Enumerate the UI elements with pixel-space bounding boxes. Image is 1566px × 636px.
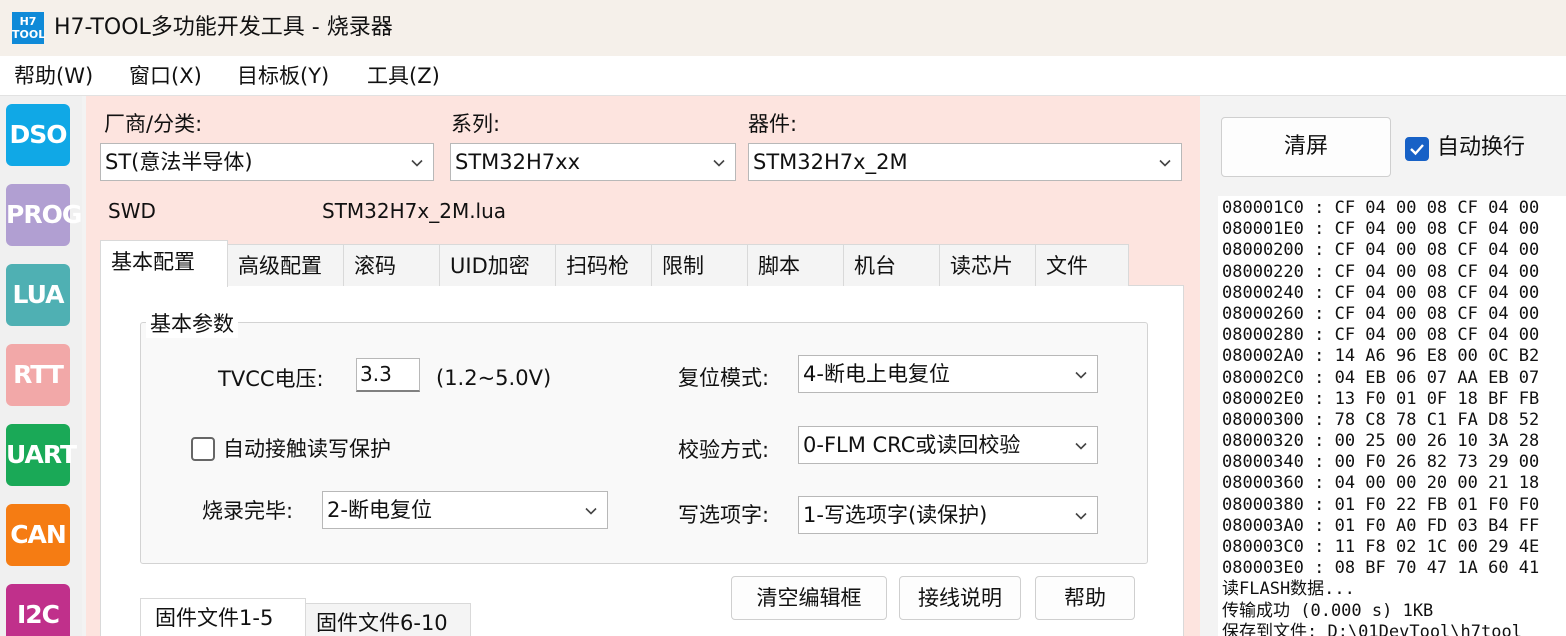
series-select[interactable]: STM32H7xx xyxy=(450,143,736,181)
chevron-down-icon xyxy=(1075,440,1087,452)
left-toolbar: DSO PROG LUA RTT UART CAN I2C xyxy=(0,96,82,636)
option-bytes-value: 1-写选项字(读保护) xyxy=(803,503,988,527)
tab-barcode-scanner[interactable]: 扫码枪 xyxy=(555,244,652,286)
script-file-text: STM32H7x_2M.lua xyxy=(322,199,507,223)
log-line: 08000340 : 00 F0 26 82 73 29 00 xyxy=(1222,452,1540,473)
tab-limits[interactable]: 限制 xyxy=(651,244,748,286)
app-logo-line1: H7 xyxy=(19,15,37,28)
lua-button[interactable]: LUA xyxy=(6,264,70,326)
tab-machine[interactable]: 机台 xyxy=(843,244,940,286)
dso-button[interactable]: DSO xyxy=(6,104,70,166)
can-button[interactable]: CAN xyxy=(6,504,70,566)
log-line: 08000360 : 04 00 00 20 00 21 18 xyxy=(1222,473,1540,494)
series-label: 系列: xyxy=(451,112,501,136)
prog-button[interactable]: PROG xyxy=(6,184,82,246)
burn-done-select[interactable]: 2-断电复位 xyxy=(322,491,608,529)
tab-firmware-1-5[interactable]: 固件文件1-5 xyxy=(140,598,306,636)
log-line: 080002E0 : 13 F0 01 0F 18 BF FB xyxy=(1222,388,1540,409)
auto-wrap-checkbox[interactable] xyxy=(1405,137,1429,161)
reset-mode-select[interactable]: 4-断电上电复位 xyxy=(798,355,1098,393)
config-tabs: 基本配置 高级配置 滚码 UID加密 扫码枪 限制 脚本 机台 读芯片 文件 xyxy=(100,240,1184,287)
verify-value: 0-FLM CRC或读回校验 xyxy=(803,433,1021,457)
chevron-down-icon xyxy=(713,157,725,169)
log-line: 08000200 : CF 04 00 08 CF 04 00 xyxy=(1222,240,1540,261)
menu-tools[interactable]: 工具(Z) xyxy=(367,60,440,92)
log-line: 080003E0 : 08 BF 70 47 1A 60 41 xyxy=(1222,558,1540,579)
wiring-help-button[interactable]: 接线说明 xyxy=(899,576,1021,620)
chevron-down-icon xyxy=(1075,510,1087,522)
tab-read-chip[interactable]: 读芯片 xyxy=(939,244,1036,286)
log-line: 080002A0 : 14 A6 96 E8 00 0C B2 xyxy=(1222,346,1540,367)
interface-text: SWD xyxy=(108,199,156,223)
tab-script[interactable]: 脚本 xyxy=(747,244,844,286)
app-logo-line2: TOOL xyxy=(12,28,46,41)
chevron-down-icon xyxy=(1075,369,1087,381)
log-line: 08000380 : 01 F0 22 FB 01 F0 F0 xyxy=(1222,494,1540,515)
log-line: 保存到文件: D:\01DevTool\h7tool xyxy=(1222,621,1522,636)
reset-mode-label: 复位模式: xyxy=(678,366,770,390)
auto-protect-checkbox[interactable] xyxy=(191,437,215,461)
series-select-value: STM32H7xx xyxy=(455,150,581,174)
burn-done-value: 2-断电复位 xyxy=(327,498,432,522)
burn-done-label: 烧录完毕: xyxy=(202,499,294,523)
chevron-down-icon xyxy=(585,505,597,517)
menu-target-board[interactable]: 目标板(Y) xyxy=(237,60,329,92)
vendor-select-value: ST(意法半导体) xyxy=(105,150,253,174)
reset-mode-value: 4-断电上电复位 xyxy=(803,362,950,386)
tab-rolling-code[interactable]: 滚码 xyxy=(343,244,440,286)
log-line: 080001C0 : CF 04 00 08 CF 04 00 xyxy=(1222,198,1540,218)
help-button[interactable]: 帮助 xyxy=(1035,576,1135,620)
auto-wrap-label: 自动换行 xyxy=(1437,135,1526,160)
log-line: 08000220 : CF 04 00 08 CF 04 00 xyxy=(1222,261,1540,282)
verify-label: 校验方式: xyxy=(678,438,770,462)
log-line: 08000300 : 78 C8 78 C1 FA D8 52 xyxy=(1222,409,1540,430)
log-line: 080003A0 : 01 F0 A0 FD 03 B4 FF xyxy=(1222,515,1540,536)
log-output[interactable]: 080001C0 : CF 04 00 08 CF 04 00 080001E0 … xyxy=(1218,196,1566,636)
clear-screen-button[interactable]: 清屏 xyxy=(1221,117,1391,177)
log-lines: 080001C0 : CF 04 00 08 CF 04 00 080001E0 … xyxy=(1222,198,1539,636)
check-icon xyxy=(1410,144,1424,156)
log-line: 080002C0 : 04 EB 06 07 AA EB 07 xyxy=(1222,367,1540,388)
group-title: 基本参数 xyxy=(146,310,238,338)
tvcc-label: TVCC电压: xyxy=(218,367,324,391)
log-line: 080001E0 : CF 04 00 08 CF 04 00 xyxy=(1222,219,1540,240)
log-line: 传输成功 (0.000 s) 1KB xyxy=(1222,600,1434,621)
tab-uid-encrypt[interactable]: UID加密 xyxy=(439,244,556,286)
log-line: 080003C0 : 11 F8 02 1C 00 29 4E xyxy=(1222,537,1540,557)
i2c-button[interactable]: I2C xyxy=(6,584,70,636)
title-bar: H7 TOOL H7-TOOL多功能开发工具 - 烧录器 xyxy=(0,0,1566,56)
menu-window[interactable]: 窗口(X) xyxy=(129,60,202,92)
clear-editor-button[interactable]: 清空编辑框 xyxy=(731,576,887,620)
part-label: 器件: xyxy=(748,112,798,136)
log-line: 08000280 : CF 04 00 08 CF 04 00 xyxy=(1222,325,1540,346)
tab-files[interactable]: 文件 xyxy=(1035,244,1129,286)
option-bytes-select[interactable]: 1-写选项字(读保护) xyxy=(798,496,1098,534)
menu-bar: 帮助(W) 窗口(X) 目标板(Y) 工具(Z) xyxy=(0,56,1566,96)
part-select[interactable]: STM32H7x_2M xyxy=(748,143,1182,181)
log-line: 读FLASH数据... xyxy=(1222,579,1355,600)
tab-basic-config[interactable]: 基本配置 xyxy=(100,240,228,287)
vendor-label: 厂商/分类: xyxy=(104,112,203,136)
uart-button[interactable]: UART xyxy=(6,424,77,486)
option-bytes-label: 写选项字: xyxy=(678,503,770,527)
log-line: 08000260 : CF 04 00 08 CF 04 00 xyxy=(1222,303,1540,324)
chevron-down-icon xyxy=(1159,157,1171,169)
verify-select[interactable]: 0-FLM CRC或读回校验 xyxy=(798,426,1098,464)
tab-advanced-config[interactable]: 高级配置 xyxy=(227,244,344,286)
auto-protect-label: 自动接触读写保护 xyxy=(223,437,391,461)
tvcc-input[interactable]: 3.3 xyxy=(356,358,420,392)
tvcc-range-text: (1.2~5.0V) xyxy=(436,366,552,390)
window-title: H7-TOOL多功能开发工具 - 烧录器 xyxy=(54,15,393,40)
app-logo: H7 TOOL xyxy=(12,12,46,44)
tab-firmware-6-10[interactable]: 固件文件6-10 xyxy=(305,603,471,636)
rtt-button[interactable]: RTT xyxy=(6,344,70,406)
part-select-value: STM32H7x_2M xyxy=(753,150,908,174)
vendor-select[interactable]: ST(意法半导体) xyxy=(100,143,434,181)
menu-help[interactable]: 帮助(W) xyxy=(14,60,93,92)
chevron-down-icon xyxy=(411,157,423,169)
log-line: 08000320 : 00 25 00 26 10 3A 28 xyxy=(1222,431,1540,452)
log-line: 08000240 : CF 04 00 08 CF 04 00 xyxy=(1222,282,1540,303)
